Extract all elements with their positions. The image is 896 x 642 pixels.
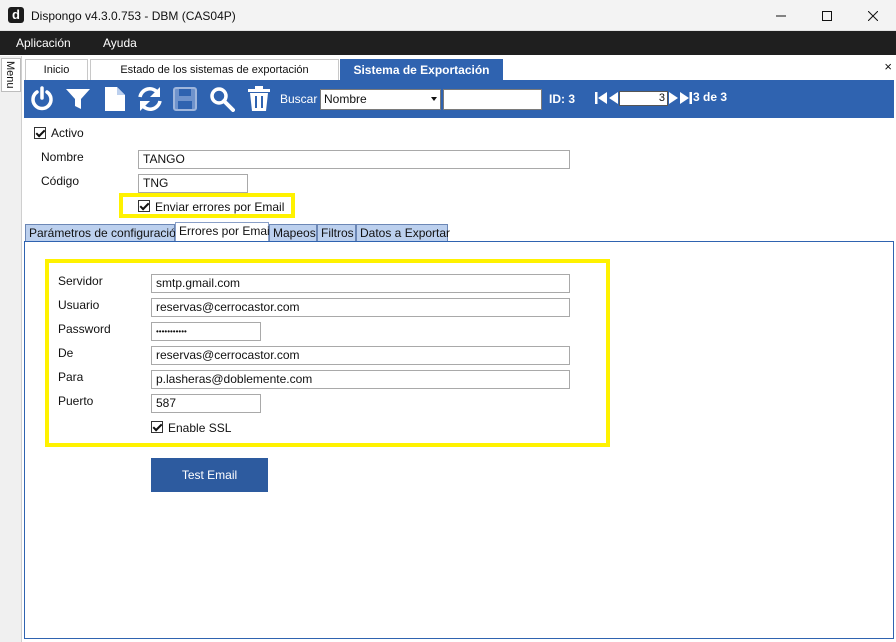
search-icon[interactable] (208, 85, 236, 113)
side-menu: Menu (0, 56, 22, 642)
previous-record-icon[interactable] (609, 92, 618, 104)
tab-estado-sistemas[interactable]: Estado de los sistemas de exportación (90, 59, 339, 80)
codigo-label: Código (41, 174, 80, 188)
nombre-field[interactable]: TANGO (138, 150, 570, 169)
activo-checkbox[interactable] (34, 127, 46, 139)
first-record-icon[interactable] (595, 92, 607, 104)
side-menu-label: Menu (4, 61, 16, 89)
minimize-button[interactable] (758, 0, 804, 31)
record-id-label: ID: 3 (549, 92, 576, 106)
test-email-button[interactable]: Test Email (151, 458, 268, 492)
document-tabs: Inicio Estado de los sistemas de exporta… (22, 56, 896, 80)
codigo-field[interactable]: TNG (138, 174, 248, 193)
ssl-label: Enable SSL (168, 421, 232, 435)
next-record-icon[interactable] (669, 92, 678, 104)
maximize-button[interactable] (804, 0, 850, 31)
activo-label: Activo (51, 126, 84, 140)
filter-icon[interactable] (64, 85, 92, 113)
close-tab-button[interactable]: × (884, 59, 892, 74)
window-title: Dispongo v4.3.0.753 - DBM (CAS04P) (31, 9, 236, 23)
de-label: De (58, 346, 74, 360)
close-icon (868, 10, 878, 21)
maximize-icon (822, 10, 832, 21)
title-bar: d Dispongo v4.3.0.753 - DBM (CAS04P) (0, 0, 896, 31)
menu-aplicacion[interactable]: Aplicación (16, 36, 71, 50)
tab-errores-por-email[interactable]: Errores por Email (175, 222, 272, 242)
ssl-checkbox[interactable] (151, 421, 163, 433)
new-document-icon[interactable] (101, 85, 129, 113)
search-input[interactable] (443, 89, 542, 110)
delete-icon[interactable] (245, 85, 273, 113)
tab-inicio[interactable]: Inicio (25, 59, 88, 80)
de-field[interactable]: reservas@cerrocastor.com (151, 346, 570, 365)
record-number-input[interactable]: 3 (619, 91, 668, 106)
para-field[interactable]: p.lasheras@doblemente.com (151, 370, 570, 389)
close-window-button[interactable] (850, 0, 896, 31)
puerto-field[interactable]: 587 (151, 394, 261, 413)
enviar-errores-checkbox[interactable] (138, 200, 150, 212)
tab-filtros[interactable]: Filtros (317, 224, 356, 242)
save-icon[interactable] (171, 85, 199, 113)
usuario-label: Usuario (58, 298, 100, 312)
record-count-label: 3 de 3 (693, 90, 728, 104)
password-field[interactable]: ••••••••••• (151, 322, 261, 341)
search-field-select[interactable]: Nombre (320, 89, 441, 110)
menu-bar: Aplicación Ayuda (0, 31, 896, 55)
refresh-icon[interactable] (136, 85, 164, 113)
tab-mapeos[interactable]: Mapeos (269, 224, 317, 242)
puerto-label: Puerto (58, 394, 94, 408)
power-icon[interactable] (28, 85, 56, 113)
buscar-label: Buscar (280, 92, 318, 106)
app-logo: d (8, 7, 24, 23)
last-record-icon[interactable] (680, 92, 692, 104)
minimize-icon (776, 15, 786, 16)
tab-parametros-configuracion[interactable]: Parámetros de configuración (25, 224, 182, 242)
servidor-label: Servidor (58, 274, 103, 288)
menu-ayuda[interactable]: Ayuda (103, 36, 137, 50)
search-field-value: Nombre (324, 92, 367, 106)
para-label: Para (58, 370, 84, 384)
tab-sistema-exportacion[interactable]: Sistema de Exportación (340, 59, 503, 80)
usuario-field[interactable]: reservas@cerrocastor.com (151, 298, 570, 317)
enviar-errores-label: Enviar errores por Email (155, 200, 285, 214)
servidor-field[interactable]: smtp.gmail.com (151, 274, 570, 293)
toolbar: Buscar Nombre ID: 3 3 3 de 3 (24, 80, 894, 118)
password-label: Password (58, 322, 111, 336)
chevron-down-icon (431, 97, 437, 101)
side-menu-toggle[interactable]: Menu (1, 58, 21, 92)
nombre-label: Nombre (41, 150, 84, 164)
tab-datos-a-exportar[interactable]: Datos a Exportar (356, 224, 450, 242)
